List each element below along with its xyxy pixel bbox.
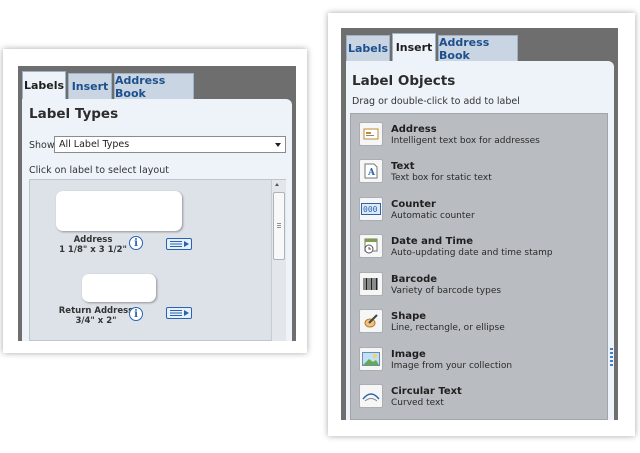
object-barcode[interactable]: Barcode Variety of barcode types [351,266,607,303]
counter-icon: 000 [359,197,383,221]
drag-hint: Drag or double-click to add to label [352,96,520,107]
svg-text:A: A [367,168,376,178]
barcode-icon [359,272,383,296]
object-description: Text box for static text [391,173,492,183]
object-title: Counter [391,199,436,210]
scroll-up-icon[interactable] [275,183,279,186]
page-title: Label Objects [352,73,456,89]
page-title: Label Types [29,106,119,122]
label-item-address[interactable]: Address 1 1/8" x 3 1/2" [58,235,128,255]
scrollbar-thumb[interactable] [273,192,285,260]
panel-resize-handle[interactable] [610,348,613,366]
object-description: Image from your collection [391,361,513,371]
object-description: Auto-updating date and time stamp [391,248,553,258]
clock-icon [359,234,383,258]
label-item-size: 3/4" x 2" [75,316,117,326]
label-list: Address 1 1/8" x 3 1/2" i Return Address… [29,179,286,341]
text-icon: A [359,159,383,183]
object-description: Automatic counter [391,211,475,221]
object-address[interactable]: Address Intelligent text box for address… [351,116,607,153]
label-type-select-value: All Label Types [59,139,130,150]
tab-insert[interactable]: Insert [68,73,112,99]
label-list-scrollbar[interactable] [271,180,286,341]
circular-text-icon [359,384,383,408]
image-icon [359,347,383,371]
object-title: Date and Time [391,236,474,247]
tab-address-book[interactable]: Address Book [114,73,194,100]
label-type-select[interactable]: All Label Types [54,136,286,153]
label-thumbnail-return-address[interactable] [82,274,156,302]
info-icon[interactable]: i [129,236,143,250]
label-item-size: 1 1/8" x 3 1/2" [59,245,127,255]
layout-icon[interactable] [166,238,192,250]
right-tabbar: Labels Insert Address Book [346,33,520,62]
left-tabbar: Labels Insert Address Book [22,71,196,100]
object-title: Image [391,349,426,360]
object-circular-text[interactable]: Circular Text Curved text [351,378,607,415]
label-objects-list: Address Intelligent text box for address… [350,113,608,420]
tab-labels[interactable]: Labels [346,35,390,61]
label-item-name: Address [73,235,113,245]
show-label: Show [29,140,55,151]
object-title: Barcode [391,274,438,285]
object-title: Text [391,161,415,172]
select-layout-hint: Click on label to select layout [29,165,169,176]
object-description: Intelligent text box for addresses [391,136,540,146]
label-thumbnail-address[interactable] [56,191,182,231]
address-icon [359,122,383,146]
object-title: Circular Text [391,386,462,397]
label-item-name: Return Address [58,306,134,316]
object-text[interactable]: A Text Text box for static text [351,153,607,190]
info-icon[interactable]: i [129,307,143,321]
label-item-return-address[interactable]: Return Address 3/4" x 2" [52,306,140,326]
chevron-down-icon[interactable] [275,143,281,147]
tab-address-book[interactable]: Address Book [438,35,518,62]
layout-icon[interactable] [166,307,192,319]
object-title: Shape [391,311,427,322]
object-image[interactable]: Image Image from your collection [351,341,607,378]
object-description: Line, rectangle, or ellipse [391,323,505,333]
object-description: Curved text [391,398,444,408]
svg-text:000: 000 [363,205,378,214]
object-title: Address [391,124,437,135]
tab-labels[interactable]: Labels [22,71,66,99]
object-description: Variety of barcode types [391,286,502,296]
object-date-and-time[interactable]: Date and Time Auto-updating date and tim… [351,228,607,265]
tab-insert[interactable]: Insert [392,33,436,61]
object-counter[interactable]: 000 Counter Automatic counter [351,191,607,228]
object-shape[interactable]: Shape Line, rectangle, or ellipse [351,303,607,340]
shape-icon [359,309,383,333]
